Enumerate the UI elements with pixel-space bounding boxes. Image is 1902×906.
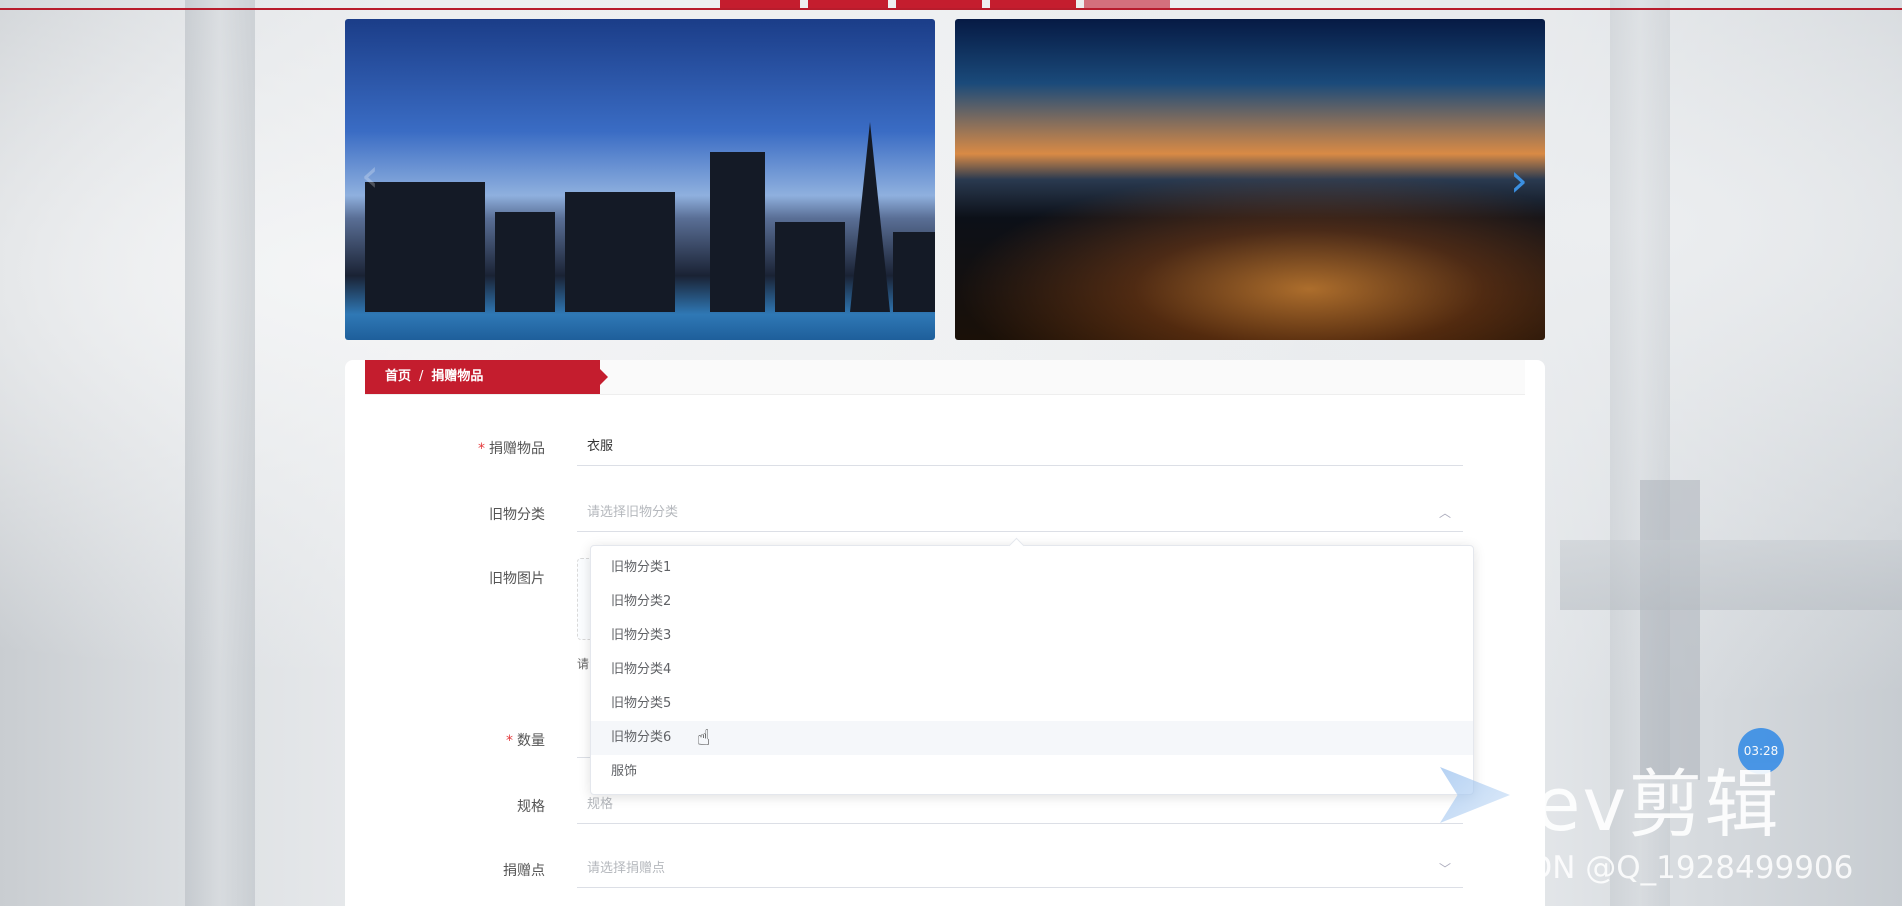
form-row-point: 捐赠点 请选择捐赠点 ﹀: [345, 850, 1545, 890]
breadcrumb-home[interactable]: 首页: [385, 369, 411, 384]
nav-tab-1[interactable]: [720, 0, 800, 8]
breadcrumb-separator: /: [419, 369, 424, 384]
form-row-category: 旧物分类 请选择旧物分类 ︿: [345, 494, 1545, 534]
category-label: 旧物分类: [489, 507, 545, 523]
skyline-building: [495, 212, 555, 312]
item-input[interactable]: 衣服: [577, 428, 1463, 466]
nav-tab-2[interactable]: [808, 0, 888, 8]
dropdown-option[interactable]: 旧物分类1: [591, 551, 1473, 585]
nav-tab-3[interactable]: [896, 0, 982, 8]
hand-pointer-cursor-icon: ☝: [697, 726, 711, 751]
carousel-slide-city-night[interactable]: [955, 19, 1545, 340]
carousel-slide-city-skyline[interactable]: [345, 19, 935, 340]
item-label: * 捐赠物品: [478, 441, 545, 457]
skyline-building: [893, 232, 935, 312]
point-placeholder: 请选择捐赠点: [587, 861, 666, 876]
background-pillar-left: [185, 0, 255, 906]
skyline-building: [775, 222, 845, 312]
dropdown-option-hovered[interactable]: 旧物分类6: [591, 721, 1473, 755]
breadcrumb-bar: 首页 / 捐赠物品: [365, 360, 1525, 395]
category-dropdown-menu: 旧物分类1 旧物分类2 旧物分类3 旧物分类4 旧物分类5 旧物分类6 服饰: [590, 545, 1474, 795]
breadcrumb-current: 捐赠物品: [431, 369, 484, 384]
breadcrumb: 首页 / 捐赠物品: [365, 360, 608, 394]
dropdown-option[interactable]: 服饰: [591, 755, 1473, 789]
point-label: 捐赠点: [503, 863, 545, 879]
skyline-pyramid-tower: [850, 122, 890, 312]
quantity-label: * 数量: [506, 733, 545, 749]
city-lights: [955, 170, 1545, 340]
chevron-down-icon: ﹀: [1438, 862, 1451, 876]
chevron-up-icon: ︿: [1438, 506, 1451, 520]
skyline-building: [710, 152, 765, 312]
background-tower: [1640, 480, 1700, 780]
ev-brand-watermark: ev剪辑: [1535, 762, 1781, 848]
category-placeholder: 请选择旧物分类: [587, 505, 679, 520]
point-select[interactable]: 请选择捐赠点 ﹀: [577, 850, 1463, 888]
skyline-building: [565, 192, 675, 312]
carousel-prev-arrow-icon[interactable]: ‹: [355, 150, 385, 200]
top-nav-bar: [0, 0, 1902, 10]
dropdown-option[interactable]: 旧物分类4: [591, 653, 1473, 687]
background-railing: [1560, 540, 1902, 610]
spec-label: 规格: [517, 799, 545, 815]
dropdown-option[interactable]: 旧物分类2: [591, 585, 1473, 619]
skyline-building: [365, 182, 485, 312]
dropdown-option[interactable]: 旧物分类5: [591, 687, 1473, 721]
category-select[interactable]: 请选择旧物分类 ︿: [577, 494, 1463, 532]
nav-tab-5[interactable]: [1084, 0, 1170, 8]
carousel-next-arrow-icon[interactable]: ›: [1504, 155, 1534, 205]
nav-tab-4[interactable]: [990, 0, 1076, 8]
dropdown-option[interactable]: 旧物分类3: [591, 619, 1473, 653]
csdn-credit-watermark: CSDN @Q_1928499906: [1487, 850, 1854, 886]
form-row-item: * 捐赠物品 衣服: [345, 428, 1545, 468]
image-label: 旧物图片: [489, 571, 545, 587]
image-hint: 请: [577, 657, 590, 671]
